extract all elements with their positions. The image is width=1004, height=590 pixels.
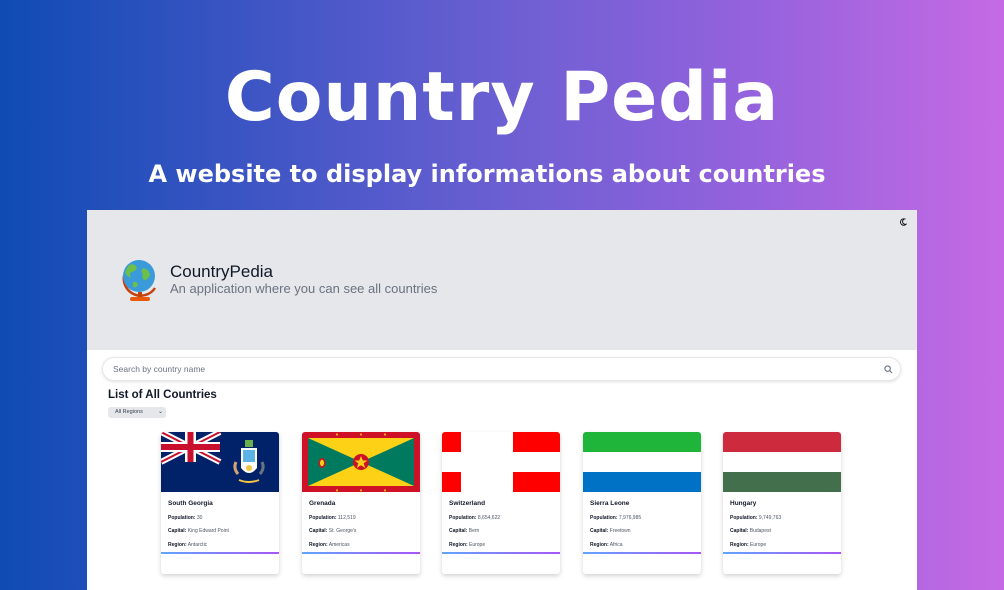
list-title: List of All Countries	[108, 389, 217, 401]
flag-grenada	[302, 432, 420, 492]
country-card-list: South Georgia Population: 30 Capital: Ki…	[161, 432, 851, 590]
region-filter-select[interactable]: All Regions ⌄	[108, 407, 166, 418]
country-capital: Capital: Budapest	[730, 528, 771, 534]
country-region: Region: Africa	[590, 542, 623, 548]
country-capital: Capital: Freetown	[590, 528, 631, 534]
country-population: Population: 7,976,985	[590, 515, 642, 521]
country-name: South Georgia	[168, 500, 213, 507]
country-name: Hungary	[730, 500, 757, 507]
brand-tagline: An application where you can see all cou…	[170, 281, 438, 296]
flag-sierra-leone	[583, 432, 701, 492]
card-accent-bar	[723, 552, 841, 554]
country-region: Region: Europe	[449, 542, 486, 548]
card-accent-bar	[302, 552, 420, 554]
card-accent-bar	[583, 552, 701, 554]
flag-switzerland	[442, 432, 560, 492]
country-card[interactable]: South Georgia Population: 30 Capital: Ki…	[161, 432, 279, 574]
flag-hungary	[723, 432, 841, 492]
country-capital: Capital: Bern	[449, 528, 480, 534]
brand-name: CountryPedia	[170, 262, 274, 281]
search-bar	[102, 357, 901, 381]
moon-icon	[900, 218, 907, 226]
chevron-down-icon: ⌄	[157, 409, 163, 415]
country-region: Region: Europe	[730, 542, 767, 548]
country-capital: Capital: King Edward Point	[168, 528, 229, 534]
country-region: Region: Antarctic	[168, 542, 208, 548]
country-name: Grenada	[309, 500, 336, 507]
region-filter-value: All Regions	[115, 409, 143, 415]
country-name: Switzerland	[449, 500, 486, 507]
country-population: Population: 112,519	[309, 515, 356, 521]
country-population: Population: 9,749,763	[730, 515, 782, 521]
country-card[interactable]: Sierra Leone Population: 7,976,985 Capit…	[583, 432, 701, 574]
country-population: Population: 8,654,622	[449, 515, 501, 521]
search-input[interactable]	[113, 361, 873, 377]
card-accent-bar	[442, 552, 560, 554]
country-population: Population: 30	[168, 515, 203, 521]
hero-subtitle: A website to display informations about …	[148, 160, 826, 188]
country-capital: Capital: St. George's	[309, 528, 357, 534]
search-icon[interactable]	[884, 365, 893, 374]
app-header: CountryPedia An application where you ca…	[87, 210, 917, 350]
card-accent-bar	[161, 552, 279, 554]
hero-title: Country Pedia	[224, 58, 780, 137]
country-card[interactable]: Switzerland Population: 8,654,622 Capita…	[442, 432, 560, 574]
flag-south-georgia	[161, 432, 279, 492]
country-region: Region: Americas	[309, 542, 350, 548]
theme-toggle-button[interactable]	[897, 216, 909, 228]
app-window: CountryPedia An application where you ca…	[87, 210, 917, 590]
country-card[interactable]: Grenada Population: 112,519 Capital: St.…	[302, 432, 420, 574]
country-card[interactable]: Hungary Population: 9,749,763 Capital: B…	[723, 432, 841, 574]
country-name: Sierra Leone	[590, 500, 630, 507]
globe-icon	[122, 260, 157, 301]
